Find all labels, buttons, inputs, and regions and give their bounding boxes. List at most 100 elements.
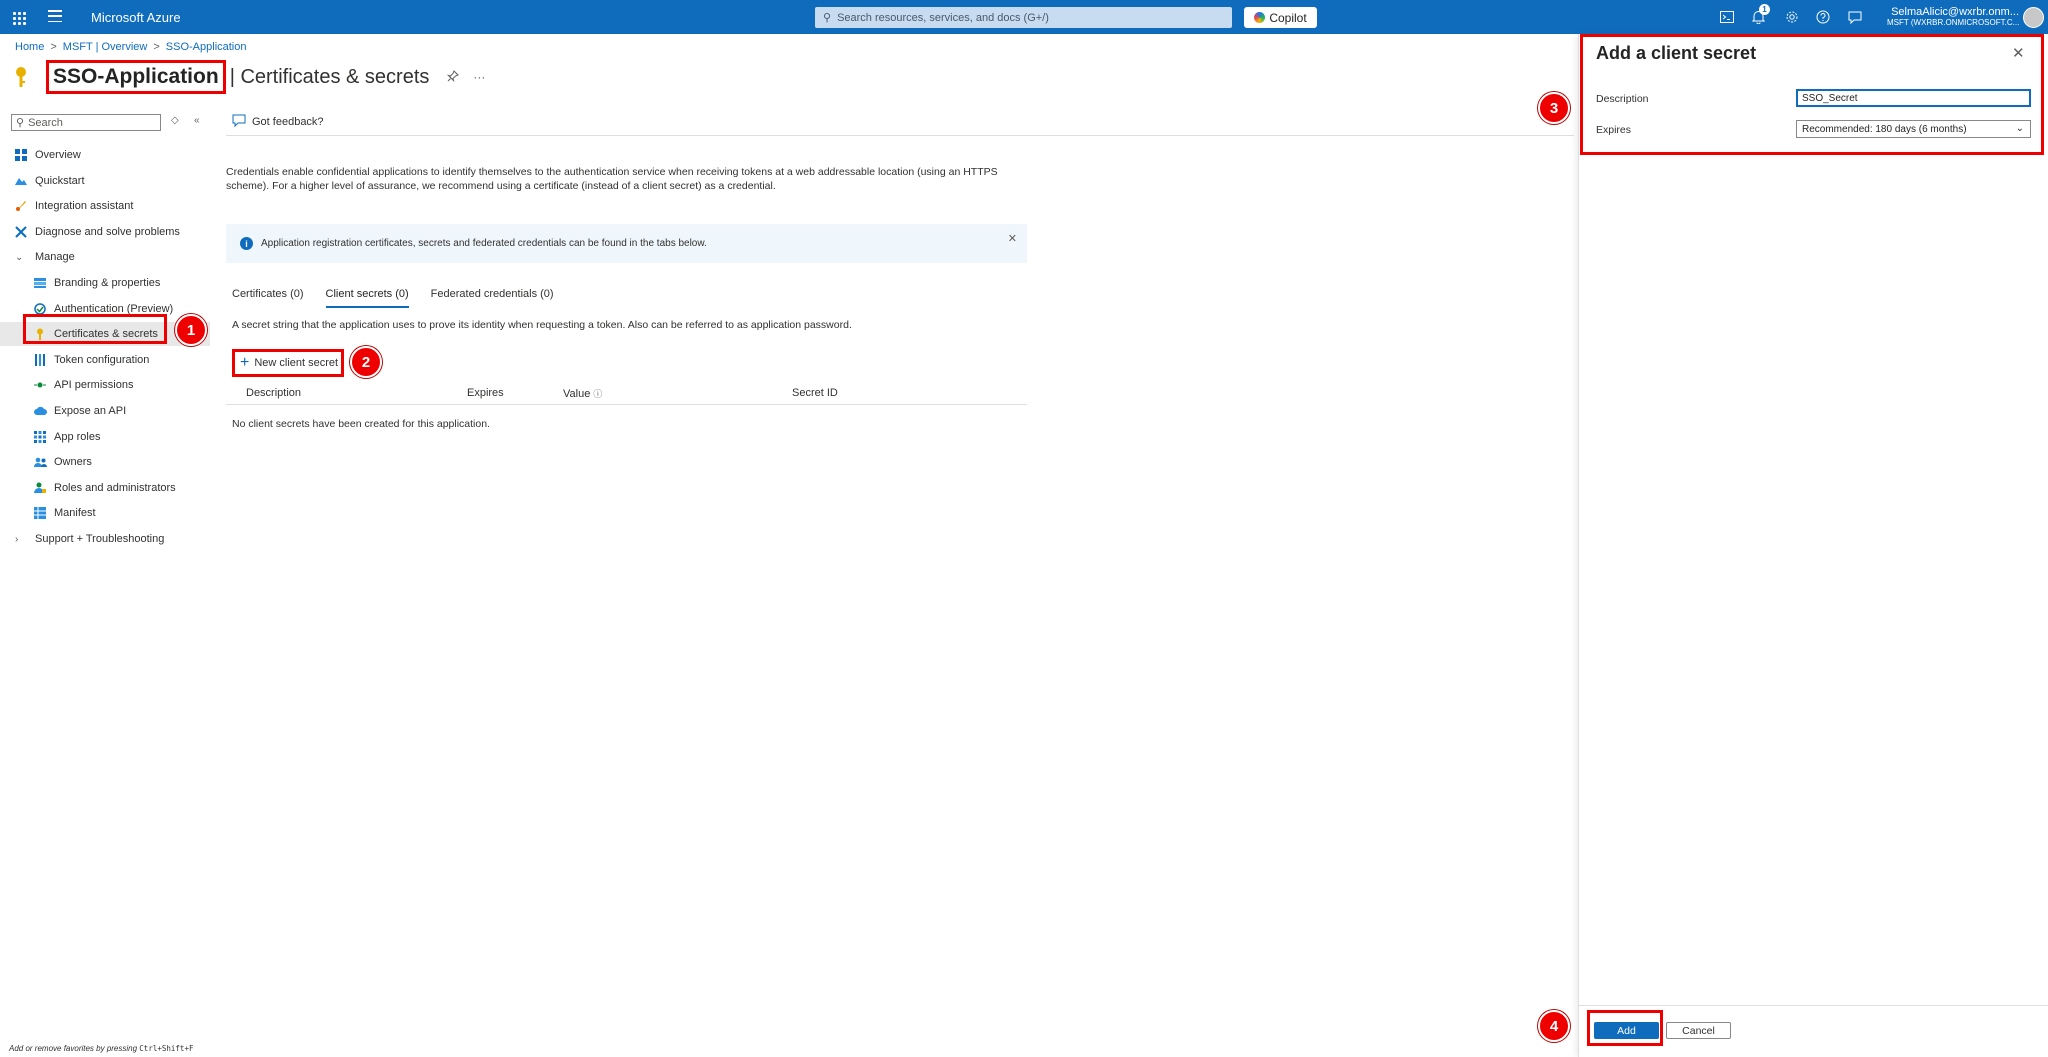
more-options-button[interactable]: ···: [473, 70, 485, 84]
sidebar-item-branding[interactable]: Branding & properties: [0, 271, 210, 295]
copilot-button[interactable]: Copilot: [1244, 7, 1317, 28]
chevron-right-icon: ›: [15, 533, 19, 545]
feedback-label: Got feedback?: [252, 116, 324, 128]
sidebar-item-label: Overview: [35, 149, 81, 161]
panel-footer-divider: [1578, 1005, 2048, 1006]
page-title: SSO-Application: [46, 60, 226, 94]
close-icon[interactable]: ✕: [1008, 232, 1017, 245]
copilot-label: Copilot: [1269, 10, 1307, 25]
branding-icon: [33, 276, 47, 290]
expires-selected-value: Recommended: 180 days (6 months): [1802, 123, 1967, 135]
toolbar-divider: [226, 135, 1574, 136]
column-value[interactable]: Value ⓘ: [563, 387, 602, 400]
sidebar-item-label: Manage: [35, 251, 75, 263]
search-icon: ⚲: [823, 12, 832, 24]
api-permissions-icon: [33, 378, 47, 392]
add-button[interactable]: Add: [1594, 1022, 1659, 1039]
cloud-shell-icon[interactable]: [1718, 8, 1736, 26]
avatar[interactable]: [2023, 7, 2044, 28]
sidebar-item-label: Manifest: [54, 507, 96, 519]
client-secret-description: A secret string that the application use…: [232, 319, 852, 331]
sidebar-item-label: Expose an API: [54, 405, 127, 417]
info-banner: i Application registration certificates,…: [226, 224, 1027, 263]
hamburger-menu-icon[interactable]: [48, 10, 62, 22]
pin-icon[interactable]: [447, 69, 460, 85]
new-client-secret-label: New client secret: [254, 357, 339, 369]
collapse-sidebar-icon[interactable]: «: [194, 115, 200, 126]
breadcrumb-home[interactable]: Home: [15, 41, 44, 53]
cancel-button[interactable]: Cancel: [1666, 1022, 1731, 1039]
sidebar-item-app-roles[interactable]: App roles: [0, 425, 210, 449]
settings-gear-icon[interactable]: [1783, 8, 1801, 26]
sidebar-item-label: Quickstart: [35, 175, 85, 187]
description-input[interactable]: SSO_Secret: [1796, 89, 2031, 107]
column-description[interactable]: Description: [246, 387, 301, 399]
empty-state-message: No client secrets have been created for …: [232, 418, 490, 430]
info-circle-icon[interactable]: ⓘ: [593, 389, 602, 399]
wrench-icon: [14, 225, 28, 239]
rocket-icon: [14, 199, 28, 213]
sidebar-item-expose-api[interactable]: Expose an API: [0, 399, 210, 423]
step-1-highlight: [23, 314, 167, 344]
sidebar-search-input[interactable]: ⚲ Search: [11, 114, 161, 131]
app-launcher-icon[interactable]: [10, 9, 26, 25]
sidebar-item-label: Support + Troubleshooting: [35, 533, 165, 545]
global-search-input[interactable]: ⚲ Search resources, services, and docs (…: [815, 7, 1232, 28]
tab-client-secrets[interactable]: Client secrets (0): [325, 288, 409, 308]
step-1-marker: 1: [175, 314, 207, 346]
info-message: Application registration certificates, s…: [261, 238, 707, 249]
breadcrumb-overview[interactable]: MSFT | Overview: [63, 41, 148, 53]
new-client-secret-button[interactable]: + New client secret: [232, 349, 344, 377]
expires-dropdown[interactable]: Recommended: 180 days (6 months) ⌄: [1796, 120, 2031, 138]
feedback-button[interactable]: Got feedback?: [232, 114, 324, 130]
brand-title[interactable]: Microsoft Azure: [91, 10, 181, 25]
page-header: SSO-Application | Certificates & secrets…: [14, 60, 485, 94]
sidebar-item-owners[interactable]: Owners: [0, 450, 210, 474]
tab-federated-credentials[interactable]: Federated credentials (0): [431, 288, 554, 308]
sidebar-item-quickstart[interactable]: Quickstart: [0, 169, 210, 193]
help-icon[interactable]: [1814, 8, 1832, 26]
sidebar-item-roles-administrators[interactable]: Roles and administrators: [0, 476, 210, 500]
notification-count-badge: 1: [1759, 4, 1770, 15]
column-value-label: Value: [563, 388, 591, 400]
sidebar-item-label: Owners: [54, 456, 92, 468]
panel-title: Add a client secret: [1596, 43, 1757, 63]
feedback-icon[interactable]: [1846, 8, 1864, 26]
column-expires[interactable]: Expires: [467, 387, 504, 399]
sidebar-item-diagnose[interactable]: Diagnose and solve problems: [0, 220, 210, 244]
sidebar-item-manifest[interactable]: Manifest: [0, 501, 210, 525]
user-name: SelmaAlicic@wxrbr.onm...: [1891, 6, 2019, 18]
info-icon: i: [240, 237, 253, 250]
account-info[interactable]: SelmaAlicic@wxrbr.onm... MSFT (WXRBR.ONM…: [1887, 6, 2019, 27]
sidebar-item-label: Roles and administrators: [54, 482, 176, 494]
sidebar-search-placeholder: Search: [28, 116, 63, 129]
expand-collapse-icon[interactable]: ◇: [171, 115, 179, 126]
notifications-icon[interactable]: 1: [1749, 4, 1770, 26]
step-2-marker: 2: [350, 346, 382, 378]
sidebar-item-integration-assistant[interactable]: Integration assistant: [0, 194, 210, 218]
breadcrumb-separator: >: [50, 41, 57, 53]
plus-icon: +: [240, 354, 250, 371]
sidebar-group-manage[interactable]: ⌄ Manage: [0, 245, 210, 269]
sidebar-item-label: API permissions: [54, 379, 134, 391]
copilot-icon: [1254, 12, 1266, 23]
description-label: Description: [1596, 93, 1649, 105]
user-directory: MSFT (WXRBR.ONMICROSOFT.C...: [1887, 18, 2019, 27]
app-roles-icon: [33, 430, 47, 444]
close-icon[interactable]: ✕: [2012, 44, 2025, 62]
token-icon: [33, 353, 47, 367]
column-secret-id[interactable]: Secret ID: [792, 387, 838, 399]
manifest-icon: [33, 506, 47, 520]
favorites-hint-keys: Ctrl+Shift+F: [139, 1044, 194, 1053]
key-icon: [14, 66, 34, 88]
search-icon: ⚲: [16, 117, 25, 129]
sidebar-item-api-permissions[interactable]: API permissions: [0, 373, 210, 397]
tab-certificates[interactable]: Certificates (0): [232, 288, 304, 308]
sidebar-group-support[interactable]: › Support + Troubleshooting: [0, 527, 210, 551]
add-client-secret-panel: [1578, 34, 2048, 1057]
breadcrumb-separator: >: [153, 41, 160, 53]
feedback-icon: [232, 114, 246, 130]
sidebar-item-token-configuration[interactable]: Token configuration: [0, 348, 210, 372]
sidebar-item-overview[interactable]: Overview: [0, 143, 210, 167]
breadcrumb-application[interactable]: SSO-Application: [166, 41, 247, 53]
